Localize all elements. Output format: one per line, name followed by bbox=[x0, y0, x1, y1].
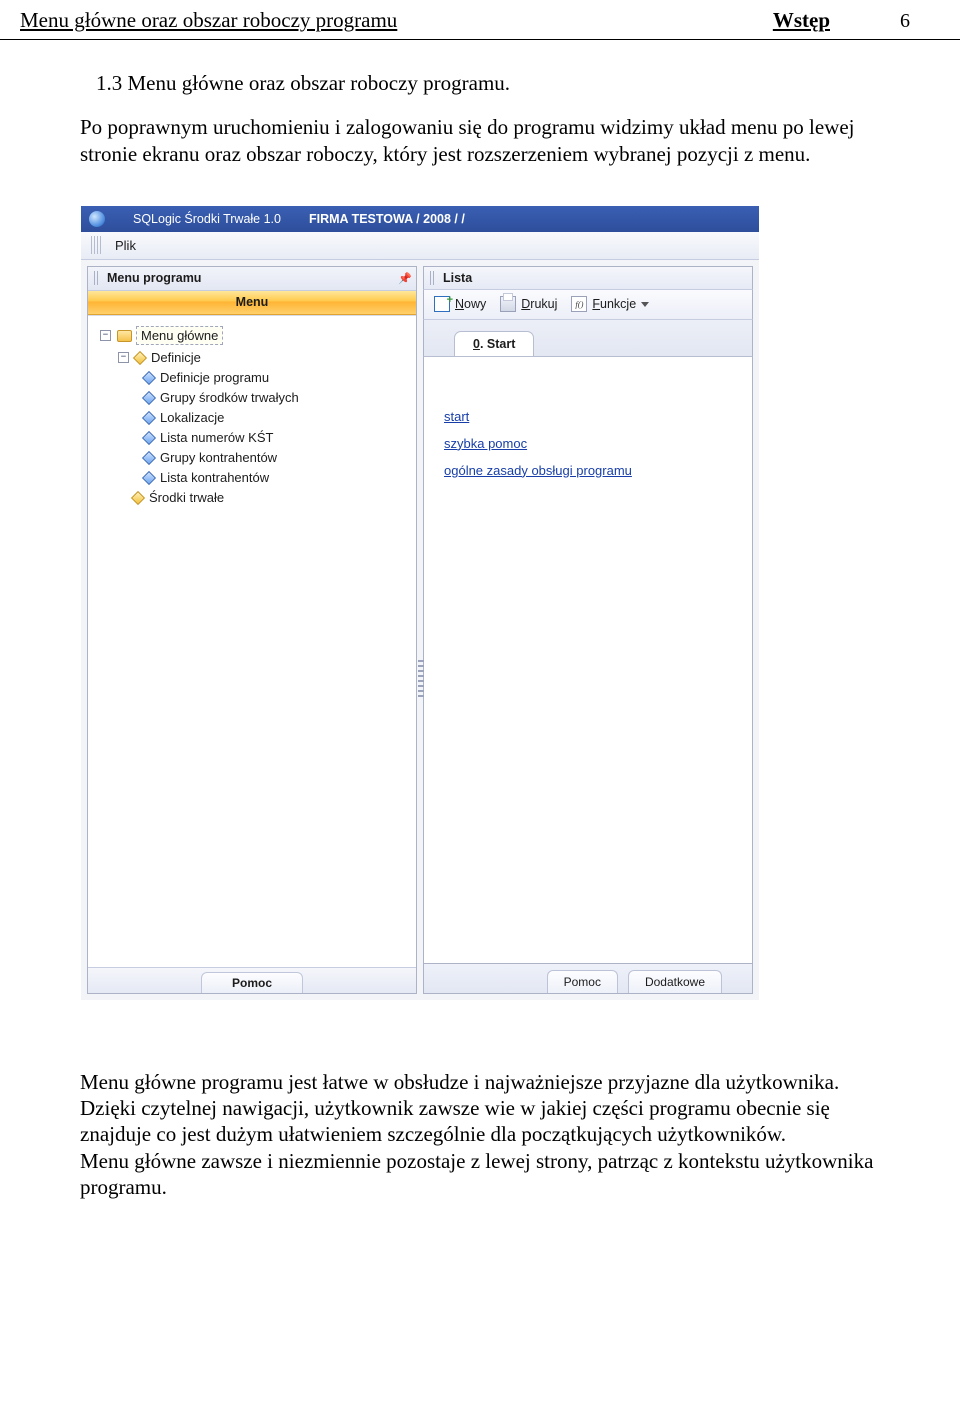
link-general-rules[interactable]: ogólne zasady obsługi programu bbox=[444, 463, 732, 478]
main-panel-title: Lista bbox=[443, 271, 472, 285]
diamond-icon bbox=[142, 431, 156, 445]
tree-node-label: Środki trwałe bbox=[149, 490, 224, 505]
grip-icon bbox=[91, 236, 103, 254]
menubar: Plik bbox=[81, 232, 759, 260]
tree-item-label: Grupy kontrahentów bbox=[160, 450, 277, 465]
workspace: Menu programu 📌 Menu − Menu główne − bbox=[81, 260, 759, 1000]
diamond-icon bbox=[142, 411, 156, 425]
tab-strip: 0. Start bbox=[423, 320, 753, 356]
grip-icon bbox=[94, 271, 99, 285]
main-panel: Lista Nowy Drukuj f() Funkcje bbox=[423, 266, 753, 994]
tree-item-label: Lista kontrahentów bbox=[160, 470, 269, 485]
link-quick-help[interactable]: szybka pomoc bbox=[444, 436, 732, 451]
tree-item[interactable]: Lista numerów KŚT bbox=[144, 428, 408, 448]
chevron-down-icon bbox=[641, 302, 649, 307]
section-paragraph-3: Menu główne zawsze i niezmiennie pozosta… bbox=[80, 1148, 890, 1201]
toolbar-print-label: rukuj bbox=[530, 297, 557, 311]
splitter-handle[interactable] bbox=[418, 660, 424, 700]
tree-node-srodki[interactable]: Środki trwałe bbox=[118, 488, 408, 508]
tab-pomoc-bottom[interactable]: Pomoc bbox=[547, 970, 618, 993]
tree-root[interactable]: − Menu główne bbox=[100, 324, 408, 348]
toolbar-new[interactable]: Nowy bbox=[434, 296, 486, 312]
tab-dodatkowe[interactable]: Dodatkowe bbox=[628, 970, 722, 993]
header-section-title: Wstęp bbox=[773, 8, 830, 33]
app-window: SQLogic Środki Trwałe 1.0 FIRMA TESTOWA … bbox=[80, 205, 760, 1001]
tree-item[interactable]: Grupy środków trwałych bbox=[144, 388, 408, 408]
folder-icon bbox=[117, 330, 132, 342]
diamond-icon bbox=[142, 391, 156, 405]
side-panel: Menu programu 📌 Menu − Menu główne − bbox=[87, 266, 417, 994]
diamond-icon bbox=[142, 471, 156, 485]
toolbar-print[interactable]: Drukuj bbox=[500, 296, 557, 312]
side-panel-title: Menu programu bbox=[107, 271, 201, 285]
link-start[interactable]: start bbox=[444, 409, 732, 424]
toolbar: Nowy Drukuj f() Funkcje bbox=[423, 290, 753, 320]
menu-tree: − Menu główne − Definicje Definicje prog… bbox=[88, 315, 416, 967]
content-area: start szybka pomoc ogólne zasady obsługi… bbox=[423, 356, 753, 964]
section-paragraph-2: Menu główne programu jest łatwe w obsłud… bbox=[80, 1069, 890, 1148]
grip-icon bbox=[430, 271, 435, 285]
new-icon bbox=[434, 296, 450, 312]
tree-node-definicje[interactable]: − Definicje bbox=[118, 348, 408, 368]
menu-file[interactable]: Plik bbox=[109, 234, 142, 257]
diamond-icon bbox=[131, 491, 145, 505]
diamond-icon bbox=[133, 351, 147, 365]
tree-item[interactable]: Grupy kontrahentów bbox=[144, 448, 408, 468]
pin-icon[interactable]: 📌 bbox=[398, 272, 410, 284]
side-panel-header: Menu bbox=[88, 291, 416, 315]
section-paragraph-1: Po poprawnym uruchomieniu i zalogowaniu … bbox=[80, 114, 890, 167]
functions-icon: f() bbox=[571, 296, 587, 312]
collapse-icon[interactable]: − bbox=[118, 352, 129, 363]
header-left: Menu główne oraz obszar roboczy programu bbox=[20, 8, 397, 33]
tree-node-label: Definicje bbox=[151, 350, 201, 365]
tree-item-label: Lokalizacje bbox=[160, 410, 224, 425]
tree-item[interactable]: Lokalizacje bbox=[144, 408, 408, 428]
tab-start[interactable]: 0. Start bbox=[454, 331, 534, 357]
side-panel-bottom-tabs: Pomoc bbox=[88, 967, 416, 993]
diamond-icon bbox=[142, 371, 156, 385]
page-header: Menu główne oraz obszar roboczy programu… bbox=[0, 0, 960, 40]
toolbar-new-label: owy bbox=[464, 297, 486, 311]
titlebar: SQLogic Środki Trwałe 1.0 FIRMA TESTOWA … bbox=[81, 206, 759, 232]
tree-item[interactable]: Definicje programu bbox=[144, 368, 408, 388]
tree-item-label: Definicje programu bbox=[160, 370, 269, 385]
side-panel-titlebar: Menu programu 📌 bbox=[88, 267, 416, 291]
tree-item-label: Grupy środków trwałych bbox=[160, 390, 299, 405]
app-context: FIRMA TESTOWA / 2008 / / bbox=[309, 212, 465, 226]
section-heading: 1.3 Menu główne oraz obszar roboczy prog… bbox=[80, 70, 890, 96]
tree-item[interactable]: Lista kontrahentów bbox=[144, 468, 408, 488]
toolbar-functions-label: unkcje bbox=[600, 297, 636, 311]
diamond-icon bbox=[142, 451, 156, 465]
tree-root-label: Menu główne bbox=[136, 326, 223, 345]
print-icon bbox=[500, 296, 516, 312]
toolbar-functions[interactable]: f() Funkcje bbox=[571, 296, 649, 312]
main-bottom-tabs: Pomoc Dodatkowe bbox=[423, 964, 753, 994]
tab-start-label: . Start bbox=[480, 337, 515, 351]
tree-item-label: Lista numerów KŚT bbox=[160, 430, 273, 445]
collapse-icon[interactable]: − bbox=[100, 330, 111, 341]
page-number: 6 bbox=[870, 10, 910, 33]
main-panel-titlebar: Lista bbox=[423, 266, 753, 290]
app-icon bbox=[89, 211, 105, 227]
app-title: SQLogic Środki Trwałe 1.0 bbox=[133, 212, 281, 226]
tab-pomoc[interactable]: Pomoc bbox=[201, 972, 303, 993]
